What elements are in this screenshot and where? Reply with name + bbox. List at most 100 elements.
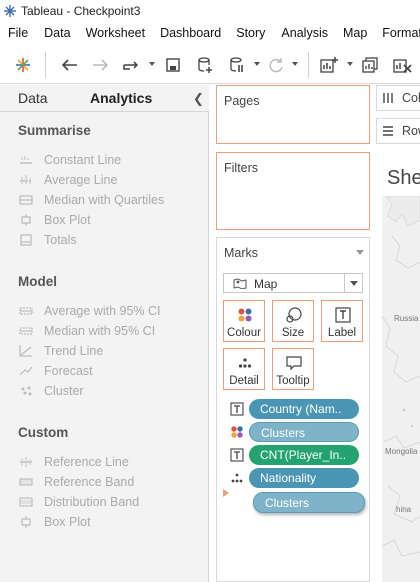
menu-story[interactable]: Story bbox=[236, 22, 265, 44]
marks-pill-row: CNT(Player_In.. bbox=[229, 445, 361, 465]
text-label-icon bbox=[229, 447, 245, 463]
analytics-item-totals[interactable]: Totals bbox=[18, 232, 77, 248]
section-custom-title: Custom bbox=[18, 425, 69, 440]
pill-clusters-dragging[interactable]: Clusters bbox=[253, 492, 365, 513]
pill-cnt-player[interactable]: CNT(Player_In.. bbox=[249, 445, 359, 465]
analytics-item-median-quartiles[interactable]: Median with Quartiles bbox=[18, 192, 164, 208]
marks-menu-caret-icon[interactable] bbox=[356, 250, 364, 255]
pause-auto-update-icon[interactable] bbox=[226, 54, 248, 76]
menu-dashboard[interactable]: Dashboard bbox=[160, 22, 221, 44]
replace-data-source-icon[interactable] bbox=[121, 54, 143, 76]
menu-analysis[interactable]: Analysis bbox=[281, 22, 328, 44]
analytics-item-forecast[interactable]: Forecast bbox=[18, 363, 93, 379]
marks-label-button[interactable]: Label bbox=[321, 300, 363, 342]
trend-line-icon bbox=[18, 344, 34, 358]
pill-country-name[interactable]: Country (Nam.. bbox=[249, 399, 359, 419]
marks-card: Marks Map Colour Size Label Detail Toolt… bbox=[216, 237, 370, 582]
analytics-item-average-line[interactable]: Average Line bbox=[18, 172, 117, 188]
analytics-item-reference-line[interactable]: Reference Line bbox=[18, 454, 129, 470]
menu-file[interactable]: File bbox=[8, 22, 28, 44]
new-data-source-icon[interactable] bbox=[194, 54, 216, 76]
undo-icon[interactable] bbox=[58, 54, 80, 76]
text-label-icon bbox=[229, 401, 245, 417]
filters-card[interactable]: Filters bbox=[216, 152, 370, 230]
tooltip-icon bbox=[285, 355, 303, 371]
median-quartiles-icon bbox=[18, 193, 34, 207]
distribution-band-icon bbox=[18, 495, 34, 509]
window-title: Tableau - Checkpoint3 bbox=[21, 4, 141, 18]
tab-data[interactable]: Data bbox=[18, 90, 48, 106]
refresh-dropdown-icon[interactable] bbox=[292, 62, 298, 66]
save-icon[interactable] bbox=[162, 54, 184, 76]
marks-tooltip-button[interactable]: Tooltip bbox=[272, 348, 314, 390]
marks-pill-row: Nationality bbox=[229, 468, 361, 488]
map-label-mongolia: Mongolia bbox=[385, 447, 418, 456]
rows-shelf[interactable]: Row bbox=[376, 118, 420, 144]
mark-type-chevron-icon[interactable] bbox=[344, 274, 362, 292]
columns-shelf-label: Col bbox=[402, 91, 420, 105]
menu-format[interactable]: Format bbox=[382, 22, 420, 44]
new-worksheet-dropdown-icon[interactable] bbox=[347, 62, 353, 66]
analytics-item-distribution-band[interactable]: Distribution Band bbox=[18, 494, 139, 510]
colour-icon bbox=[236, 307, 254, 323]
analytics-item-box-plot-custom[interactable]: Box Plot bbox=[18, 514, 91, 530]
redo-icon[interactable] bbox=[90, 54, 112, 76]
map-view[interactable]: Russia Mongolia hina bbox=[382, 196, 420, 582]
tableau-home-icon[interactable] bbox=[12, 54, 34, 76]
analytics-item-average-ci[interactable]: Average with 95% CI bbox=[18, 303, 161, 319]
map-background bbox=[382, 196, 420, 582]
reference-band-icon bbox=[18, 475, 34, 489]
tooltip-label: Tooltip bbox=[276, 375, 310, 387]
forecast-icon bbox=[18, 364, 34, 378]
refresh-icon[interactable] bbox=[265, 54, 287, 76]
pages-card[interactable]: Pages bbox=[216, 85, 370, 144]
collapse-pane-icon[interactable]: ❮ bbox=[193, 91, 204, 107]
pages-card-title: Pages bbox=[224, 94, 260, 108]
detail-icon bbox=[229, 470, 245, 486]
new-worksheet-icon[interactable] bbox=[318, 54, 340, 76]
replace-dropdown-icon[interactable] bbox=[149, 62, 155, 66]
section-summarise-title: Summarise bbox=[18, 123, 91, 138]
sheet-title: She bbox=[387, 167, 420, 189]
size-icon bbox=[285, 307, 303, 323]
filters-card-title: Filters bbox=[224, 161, 259, 175]
marks-pill-row: Clusters bbox=[229, 422, 361, 442]
tab-analytics[interactable]: Analytics bbox=[90, 90, 152, 106]
pill-nationality[interactable]: Nationality bbox=[249, 468, 359, 488]
columns-shelf[interactable]: Col bbox=[376, 85, 420, 111]
pill-clusters-colour[interactable]: Clusters bbox=[249, 422, 359, 442]
median-ci-icon bbox=[18, 324, 34, 338]
analytics-item-cluster[interactable]: Cluster bbox=[18, 383, 84, 399]
marks-card-title: Marks bbox=[224, 246, 259, 260]
mark-type-dropdown[interactable]: Map bbox=[223, 273, 363, 293]
box-plot-icon bbox=[18, 213, 34, 227]
map-label-china: hina bbox=[396, 505, 412, 514]
analytics-item-constant-line[interactable]: Constant Line bbox=[18, 152, 121, 168]
pause-dropdown-icon[interactable] bbox=[254, 62, 260, 66]
duplicate-sheet-icon[interactable] bbox=[360, 54, 382, 76]
analytics-item-box-plot[interactable]: Box Plot bbox=[18, 212, 91, 228]
text-label-icon bbox=[334, 307, 352, 323]
marks-detail-button[interactable]: Detail bbox=[223, 348, 265, 390]
detail-icon bbox=[236, 355, 254, 371]
colour-label: Colour bbox=[227, 327, 261, 339]
marks-size-button[interactable]: Size bbox=[272, 300, 314, 342]
tableau-logo-icon bbox=[4, 5, 16, 17]
analytics-item-median-ci[interactable]: Median with 95% CI bbox=[18, 323, 155, 339]
menu-worksheet[interactable]: Worksheet bbox=[86, 22, 146, 44]
analytics-item-trend-line[interactable]: Trend Line bbox=[18, 343, 103, 359]
clear-sheet-icon[interactable] bbox=[391, 54, 413, 76]
menu-map[interactable]: Map bbox=[343, 22, 367, 44]
analytics-item-reference-band[interactable]: Reference Band bbox=[18, 474, 134, 490]
menu-data[interactable]: Data bbox=[44, 22, 70, 44]
size-label: Size bbox=[281, 327, 305, 339]
map-label-russia: Russia bbox=[394, 314, 419, 323]
marks-pill-row: Clusters bbox=[253, 492, 365, 513]
marks-colour-button[interactable]: Colour bbox=[223, 300, 265, 342]
toolbar bbox=[0, 46, 420, 84]
marks-pill-row: Country (Nam.. bbox=[229, 399, 361, 419]
label-label: Label bbox=[327, 327, 357, 339]
totals-icon bbox=[18, 233, 34, 247]
average-ci-icon bbox=[18, 304, 34, 318]
rows-icon bbox=[383, 126, 393, 136]
